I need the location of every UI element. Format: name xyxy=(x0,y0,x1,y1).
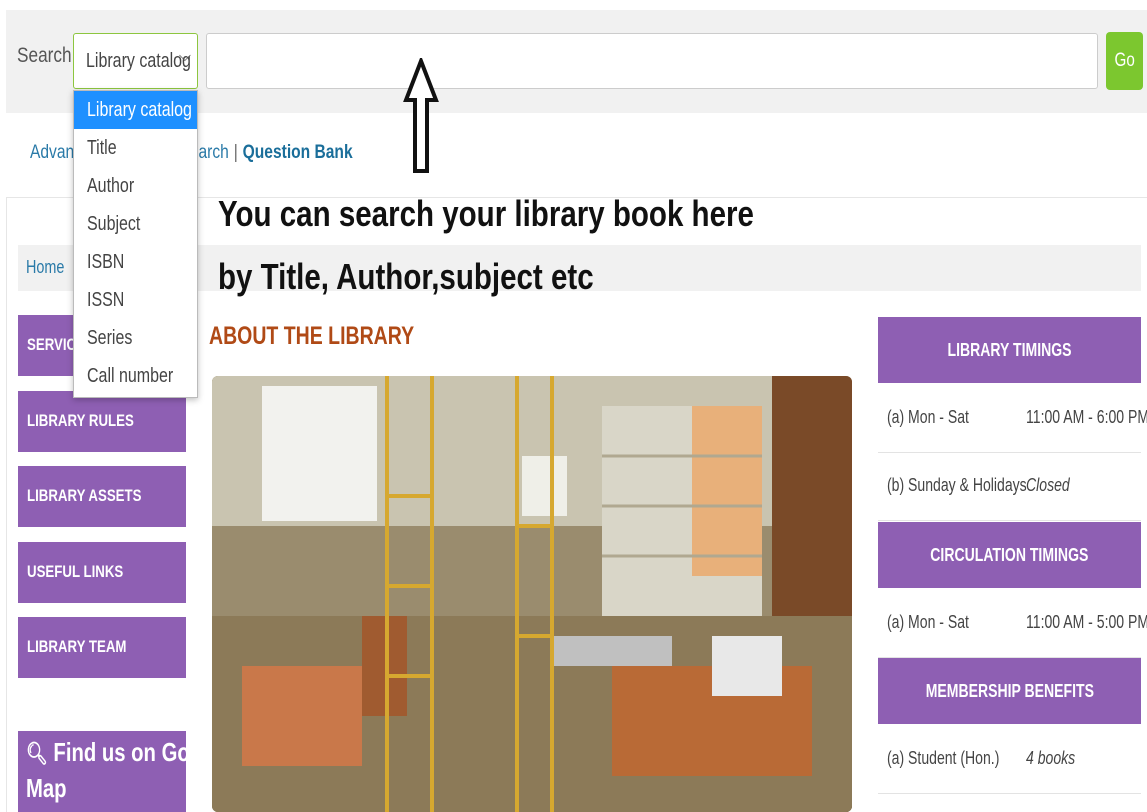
google-map-label: Find us on Google xyxy=(53,737,232,767)
search-icon: 🔍︎ xyxy=(26,741,48,766)
library-timings-header: LIBRARY TIMINGS xyxy=(878,317,1141,383)
link-separator: | xyxy=(233,142,238,163)
membership-type: (a) Student (Hon.) xyxy=(887,748,1000,768)
sidebar-item-library-team[interactable]: LIBRARY TEAM xyxy=(18,617,186,678)
timing-day: (b) Sunday & Holidays xyxy=(887,475,1027,495)
circulation-row: (a) Mon - Sat 11:00 AM - 5:00 PM xyxy=(878,590,1147,658)
dropdown-option-series[interactable]: Series xyxy=(74,319,197,357)
search-label: Search xyxy=(17,44,72,67)
about-library-title: ABOUT THE LIBRARY xyxy=(209,322,415,350)
dropdown-option-isbn[interactable]: ISBN xyxy=(74,243,197,281)
question-bank-link[interactable]: Question Bank xyxy=(243,142,353,163)
search-scope-dropdown: Library catalog Title Author Subject ISB… xyxy=(73,90,198,398)
dropdown-option-library-catalog[interactable]: Library catalog xyxy=(74,91,197,129)
annotation-line-1: You can search your library book here xyxy=(218,193,754,234)
circulation-timings-header: CIRCULATION TIMINGS xyxy=(878,522,1141,588)
sidebar-item-library-assets[interactable]: LIBRARY ASSETS xyxy=(18,466,186,527)
circulation-day: (a) Mon - Sat xyxy=(887,612,969,632)
up-arrow-icon xyxy=(403,58,439,173)
timing-day: (a) Mon - Sat xyxy=(887,407,969,427)
breadcrumb-home-link[interactable]: Home xyxy=(26,257,64,278)
search-input[interactable] xyxy=(206,33,1098,89)
dropdown-option-call-number[interactable]: Call number xyxy=(74,357,197,395)
circulation-time: 11:00 AM - 5:00 PM xyxy=(1026,612,1147,632)
library-photo xyxy=(212,376,852,812)
membership-benefits-header: MEMBERSHIP BENEFITS xyxy=(878,658,1141,724)
dropdown-option-subject[interactable]: Subject xyxy=(74,205,197,243)
search-scope-value: Library catalog xyxy=(86,50,191,72)
timing-time: Closed xyxy=(1026,475,1070,495)
chevron-down-icon: ⌵ xyxy=(178,48,191,65)
timing-row: (b) Sunday & Holidays Closed xyxy=(878,453,1141,521)
dropdown-option-author[interactable]: Author xyxy=(74,167,197,205)
library-interior-image xyxy=(212,376,852,812)
dropdown-option-title[interactable]: Title xyxy=(74,129,197,167)
annotation-line-2: by Title, Author,subject etc xyxy=(218,256,594,297)
membership-row: (a) Student (Hon.) 4 books xyxy=(878,726,1141,794)
google-map-button[interactable]: 🔍︎ Find us on Google Map xyxy=(18,731,231,812)
timing-time: 11:00 AM - 6:00 PM xyxy=(1026,407,1147,427)
search-scope-select[interactable]: Library catalog ⌵ xyxy=(73,33,198,89)
go-button[interactable]: Go xyxy=(1106,32,1143,90)
sidebar-item-useful-links[interactable]: USEFUL LINKS xyxy=(18,542,186,603)
google-map-label-2: Map xyxy=(26,773,67,803)
timing-row: (a) Mon - Sat 11:00 AM - 6:00 PM xyxy=(878,385,1147,453)
sidebar-item-library-rules[interactable]: LIBRARY RULES xyxy=(18,391,186,452)
dropdown-option-issn[interactable]: ISSN xyxy=(74,281,197,319)
membership-benefit: 4 books xyxy=(1026,748,1076,768)
